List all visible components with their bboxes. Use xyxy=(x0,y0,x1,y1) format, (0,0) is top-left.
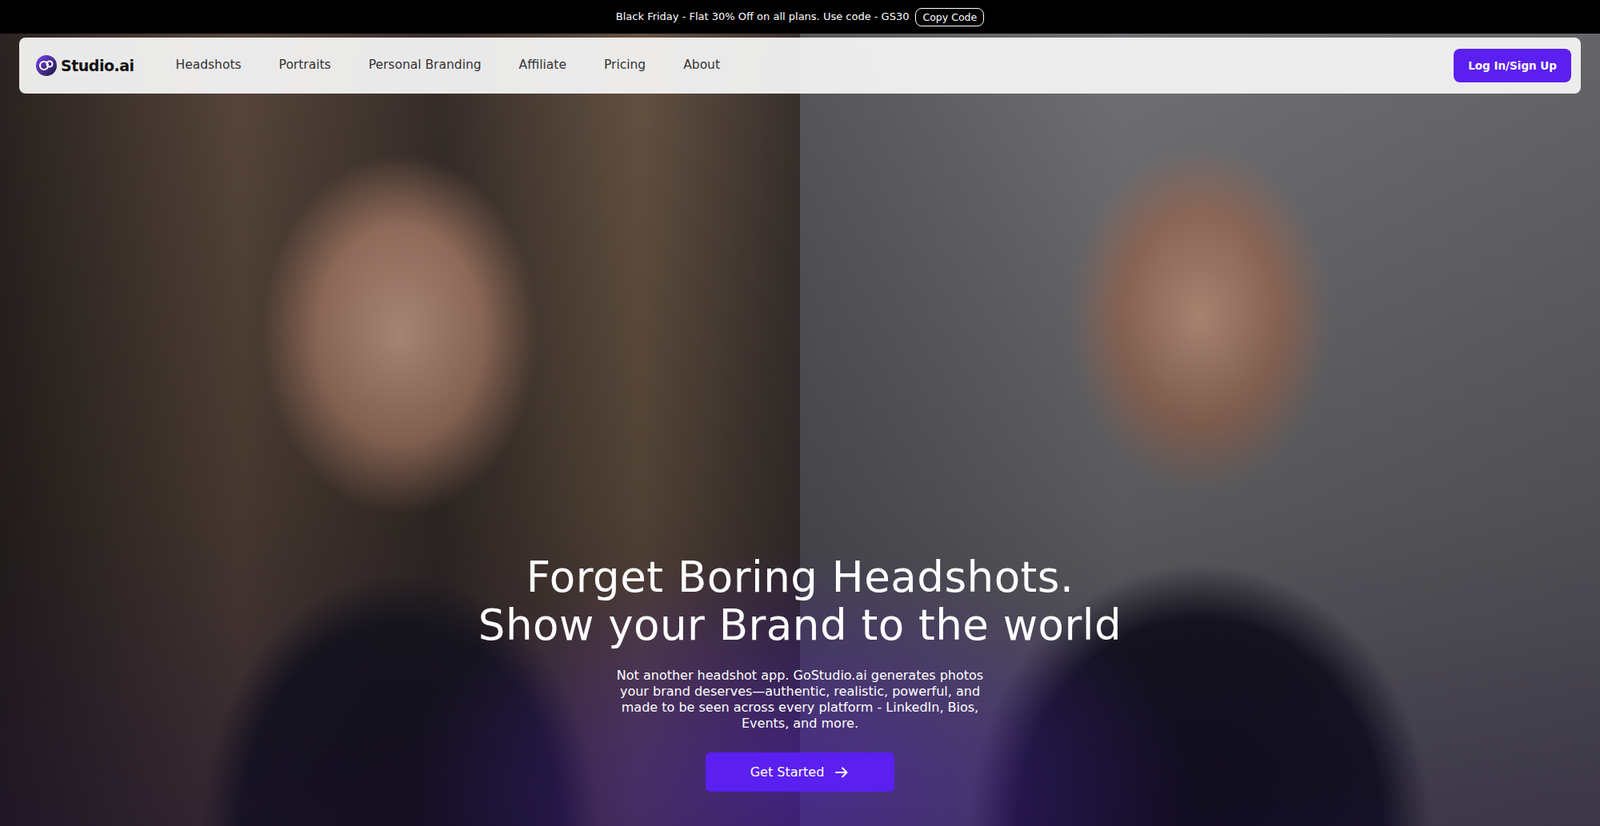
hero-title: Forget Boring Headshots.Show your Brand … xyxy=(478,553,1122,649)
arrow-right-icon xyxy=(833,764,850,781)
nav-item[interactable]: Pricing xyxy=(604,51,646,80)
get-started-label: Get Started xyxy=(750,763,825,783)
hero: Studio.ai Headshots Portraits Personal Bran… xyxy=(0,33,1600,826)
logo-icon xyxy=(35,54,58,77)
nav-item[interactable]: Personal Branding xyxy=(368,51,482,80)
login-button[interactable]: Log In/Sign Up xyxy=(1453,48,1572,83)
nav-item[interactable]: Headshots xyxy=(176,51,242,80)
nav-item[interactable]: About xyxy=(683,51,720,80)
nav-item[interactable]: Affiliate xyxy=(519,51,567,80)
navbar: Studio.ai Headshots Portraits Personal Bran… xyxy=(19,37,1581,94)
nav-links: Headshots Portraits Personal Branding Affil… xyxy=(176,51,721,80)
get-started-button[interactable]: Get Started xyxy=(705,752,895,792)
hero-description: Not another headshot app. GoStudio.ai ge… xyxy=(612,668,988,732)
hero-content: Forget Boring Headshots.Show your Brand … xyxy=(0,33,1600,826)
hero-title-line: Show your Brand to the world xyxy=(478,601,1122,649)
announcement-text: Black Friday - Flat 30% Off on all plans… xyxy=(616,8,910,25)
nav-item[interactable]: Portraits xyxy=(279,51,332,80)
announcement-bar: Black Friday - Flat 30% Off on all plans… xyxy=(0,0,1600,34)
hero-title-line: Forget Boring Headshots. xyxy=(478,553,1122,601)
copy-code-button[interactable]: Copy Code xyxy=(915,8,984,27)
logo-text: Studio.ai xyxy=(60,54,135,78)
logo[interactable]: Studio.ai xyxy=(35,54,135,78)
